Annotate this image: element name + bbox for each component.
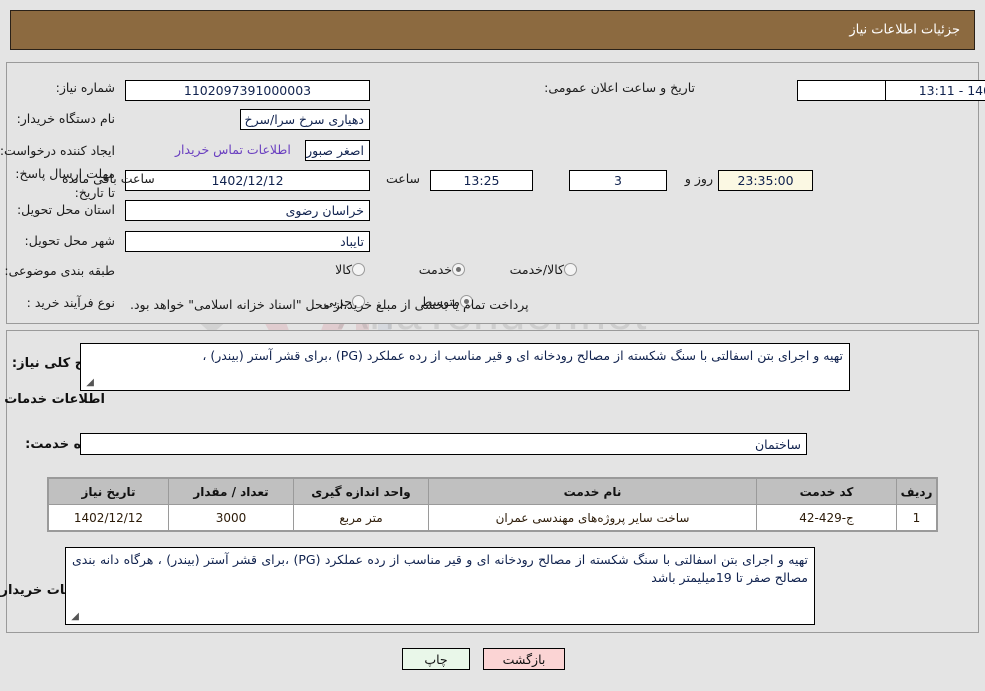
- print-button[interactable]: چاپ: [402, 648, 470, 670]
- countdown-label: ساعت باقی مانده: [62, 171, 155, 186]
- category-label-row: طبقه بندی موضوعی:: [4, 263, 115, 280]
- need-number-label: شماره نیاز:: [55, 80, 115, 95]
- category-option-2-label: کالا/خدمت: [509, 262, 564, 277]
- treasury-note: پرداخت تمام یا بخشی از مبلغ خرید،از محل …: [130, 297, 529, 312]
- radio-kala-khedmat[interactable]: [564, 263, 577, 276]
- col-need-date: تاریخ نیاز: [48, 478, 169, 505]
- services-table: ردیف کد خدمت نام خدمت واحد اندازه گیری ت…: [47, 477, 938, 532]
- need-summary-panel: [6, 62, 979, 324]
- table-header-row: ردیف کد خدمت نام خدمت واحد اندازه گیری ت…: [48, 478, 937, 505]
- buyer-org-label: نام دستگاه خریدار:: [16, 111, 115, 126]
- cell-quantity: 3000: [168, 504, 294, 531]
- deadline-date-value: 1402/12/12: [125, 170, 370, 191]
- province-label: استان محل تحویل:: [16, 202, 115, 217]
- col-service-name: نام خدمت: [428, 478, 757, 505]
- radio-kala[interactable]: [352, 263, 365, 276]
- category-label: طبقه بندی موضوعی:: [4, 263, 115, 278]
- public-announce-value: 1402/12/08 - 13:11: [885, 80, 985, 101]
- public-announce-label: تاریخ و ساعت اعلان عمومی:: [544, 80, 695, 95]
- table-row: 1 ج-429-42 ساخت سایر پروژه‌های مهندسی عم…: [48, 504, 937, 531]
- remaining-days-value: 3: [569, 170, 667, 191]
- deadline-hour-label-row: ساعت: [386, 171, 420, 188]
- services-section-heading: اطلاعات خدمات مورد نیاز: [0, 392, 105, 407]
- resize-grip-icon[interactable]: ◢: [84, 378, 94, 388]
- requester-label-row: ایجاد کننده درخواست:: [0, 143, 115, 160]
- col-unit: واحد اندازه گیری: [293, 478, 429, 505]
- radio-khedmat[interactable]: [452, 263, 465, 276]
- general-description-value: تهیه و اجرای بتن اسفالتی با سنگ شکسته از…: [202, 348, 843, 363]
- buyer-contact-link[interactable]: اطلاعات تماس خریدار: [175, 142, 291, 157]
- page-root: AnaTender.net جزئیات اطلاعات نیاز شماره …: [0, 0, 985, 691]
- service-group-value: ساختمان: [80, 433, 807, 455]
- col-row-no: ردیف: [896, 478, 937, 505]
- buyer-org-label-row: نام دستگاه خریدار:: [17, 111, 115, 128]
- public-announce-label-row: تاریخ و ساعت اعلان عمومی:: [544, 80, 695, 97]
- process-label-row: نوع فرآیند خرید :: [27, 295, 115, 312]
- cell-row-no: 1: [896, 504, 937, 531]
- treasury-note-row: پرداخت تمام یا بخشی از مبلغ خرید،از محل …: [130, 297, 529, 312]
- countdown-label-row: ساعت باقی مانده: [62, 171, 155, 188]
- cell-service-code: ج-429-42: [756, 504, 897, 531]
- deadline-hour-label: ساعت: [385, 171, 420, 186]
- province-value: خراسان رضوی: [125, 200, 370, 221]
- buyer-contact-link-row[interactable]: اطلاعات تماس خریدار: [175, 142, 291, 157]
- buyer-org-value: دهیاری سرخ سرا/سرخ سرای شهرستان تایباد: [240, 109, 370, 130]
- city-value: تایباد: [125, 231, 370, 252]
- page-title: جزئیات اطلاعات نیاز: [849, 22, 960, 38]
- cell-unit: متر مربع: [293, 504, 429, 531]
- category-option-1[interactable]: خدمت: [407, 262, 465, 277]
- province-label-row: استان محل تحویل:: [17, 202, 115, 219]
- cell-need-date: 1402/12/12: [48, 504, 169, 531]
- category-option-0[interactable]: کالا: [323, 262, 365, 277]
- countdown-value: 23:35:00: [718, 170, 813, 191]
- resize-grip-icon-2[interactable]: ◢: [69, 612, 79, 622]
- requester-value: اصغر صبوری مسول مالی دهیاری سرخ سرا/سرخ …: [305, 140, 370, 161]
- buyer-notes-textarea[interactable]: تهیه و اجرای بتن اسفالتی با سنگ شکسته از…: [65, 547, 815, 625]
- general-description-textarea[interactable]: تهیه و اجرای بتن اسفالتی با سنگ شکسته از…: [80, 343, 850, 391]
- category-option-2[interactable]: کالا/خدمت: [498, 262, 577, 277]
- buyer-notes-value: تهیه و اجرای بتن اسفالتی با سنگ شکسته از…: [72, 552, 809, 586]
- remaining-days-label-row: روز و: [685, 171, 713, 188]
- back-button[interactable]: بازگشت: [483, 648, 565, 670]
- page-header-bar: جزئیات اطلاعات نیاز: [10, 10, 975, 50]
- category-option-1-label: خدمت: [418, 262, 452, 277]
- need-number-value: 1102097391000003: [125, 80, 370, 101]
- col-service-code: کد خدمت: [756, 478, 897, 505]
- remaining-days-label: روز و: [684, 171, 713, 186]
- requester-label: ایجاد کننده درخواست:: [0, 143, 115, 158]
- col-quantity: تعداد / مقدار: [168, 478, 294, 505]
- city-label-row: شهر محل تحویل:: [25, 233, 115, 250]
- services-grid: ردیف کد خدمت نام خدمت واحد اندازه گیری ت…: [48, 478, 937, 531]
- process-label: نوع فرآیند خرید :: [26, 295, 115, 310]
- deadline-hour-value: 13:25: [430, 170, 533, 191]
- need-number-label-row: شماره نیاز:: [56, 80, 115, 97]
- category-option-0-label: کالا: [335, 262, 352, 277]
- cell-service-name: ساخت سایر پروژه‌های مهندسی عمران: [428, 504, 757, 531]
- city-label: شهر محل تحویل:: [24, 233, 115, 248]
